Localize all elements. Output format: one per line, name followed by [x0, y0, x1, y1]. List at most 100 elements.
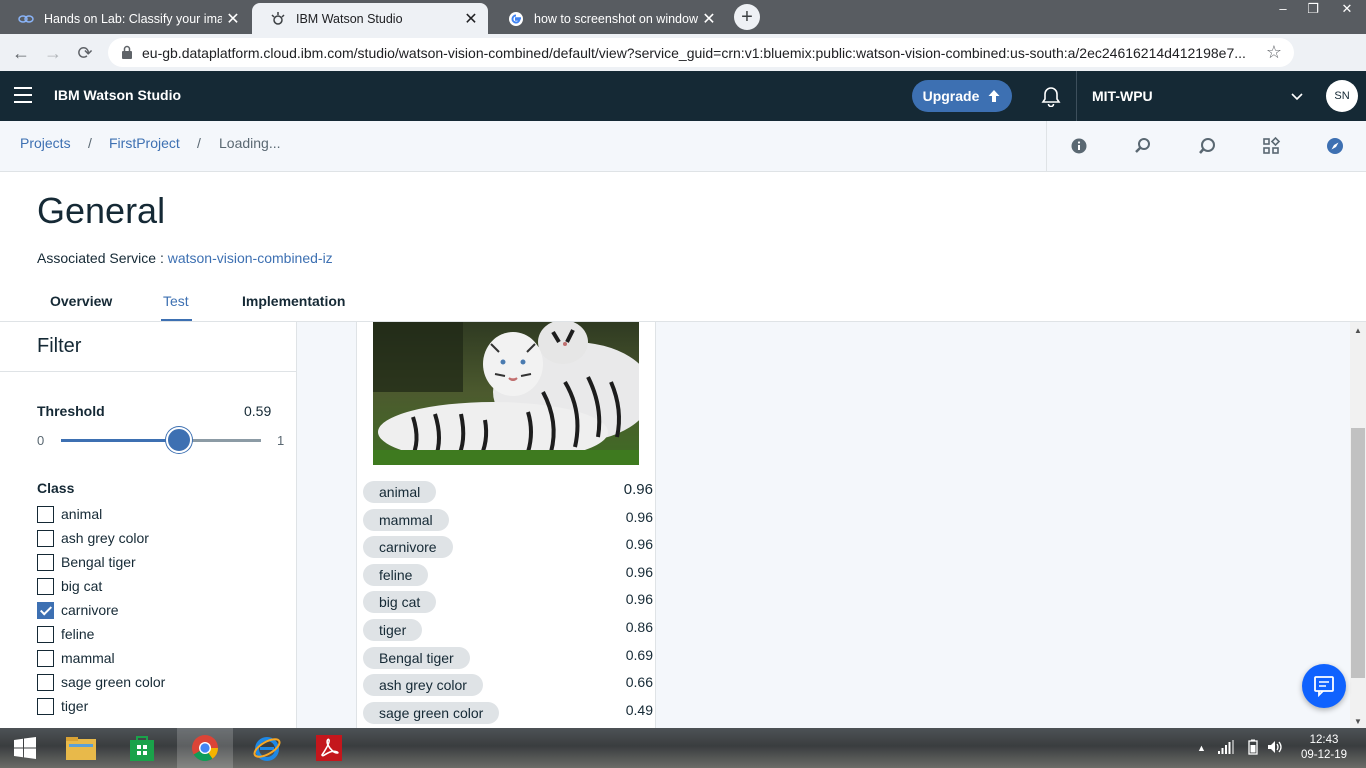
reload-icon[interactable]: ⟳ — [74, 42, 96, 64]
browser-tab-strip: Hands on Lab: Classify your imag ✕ IBM W… — [0, 0, 1366, 34]
vertical-scrollbar[interactable]: ▲ ▼ — [1350, 322, 1366, 728]
forward-icon[interactable]: → — [42, 42, 64, 64]
class-filter-item[interactable]: carnivore — [37, 598, 165, 622]
browser-tab[interactable]: how to screenshot on windows 8 ✕ — [490, 3, 726, 34]
system-clock[interactable]: 12:43 09-12-19 — [1296, 733, 1352, 763]
watson-studio-favicon-icon — [270, 11, 286, 27]
scroll-down-icon[interactable]: ▼ — [1354, 717, 1362, 726]
class-checkbox-label: carnivore — [61, 602, 119, 618]
threshold-slider[interactable] — [61, 427, 261, 453]
class-checkbox[interactable] — [37, 601, 54, 619]
volume-icon[interactable] — [1267, 740, 1283, 754]
class-score: 0.66 — [625, 674, 653, 691]
chrome-taskbar[interactable] — [177, 728, 233, 768]
windows-start-button[interactable] — [0, 728, 50, 768]
info-icon[interactable] — [1069, 136, 1089, 156]
result-card: animal 0.96 mammal 0.96 carnivore 0.96 feline 0… — [356, 322, 656, 728]
class-tag: sage green color — [363, 701, 500, 724]
close-tab-icon[interactable]: ✕ — [698, 9, 720, 29]
class-checkbox[interactable] — [37, 673, 54, 691]
network-signal-icon[interactable] — [1218, 740, 1234, 754]
upgrade-button[interactable]: Upgrade — [912, 80, 1012, 112]
associated-service: Associated Service : watson-vision-combi… — [37, 250, 333, 266]
app-brand[interactable]: IBM Watson Studio — [54, 87, 181, 103]
bookmark-star-icon[interactable]: ☆ — [1266, 42, 1282, 63]
notification-bell-icon[interactable] — [1040, 85, 1062, 107]
close-window-icon[interactable]: ✕ — [1328, 0, 1366, 18]
acrobat-taskbar[interactable] — [301, 728, 357, 768]
class-checkbox[interactable] — [37, 553, 54, 571]
clock-date: 09-12-19 — [1300, 749, 1348, 761]
scrollbar-thumb[interactable] — [1351, 428, 1365, 678]
class-score: 0.69 — [625, 646, 653, 663]
result-row: tiger 0.86 — [363, 617, 653, 645]
threshold-slider-handle[interactable] — [166, 427, 192, 453]
result-row: feline 0.96 — [363, 562, 653, 590]
tab-title: IBM Watson Studio — [296, 11, 403, 26]
scroll-up-icon[interactable]: ▲ — [1354, 326, 1362, 335]
class-filter-item[interactable]: feline — [37, 622, 165, 646]
store-icon — [130, 736, 154, 761]
associated-service-link[interactable]: watson-vision-combined-iz — [168, 250, 333, 266]
breadcrumb-current: Loading... — [219, 135, 281, 151]
comments-icon[interactable] — [1197, 136, 1217, 156]
chat-support-button[interactable] — [1302, 664, 1346, 708]
class-checkbox[interactable] — [37, 577, 54, 595]
tab-overview[interactable]: Overview — [50, 293, 112, 309]
hamburger-menu-icon[interactable] — [14, 87, 32, 103]
find-data-icon[interactable] — [1133, 136, 1153, 156]
back-icon[interactable]: ← — [10, 42, 32, 64]
class-checkbox-label: mammal — [61, 650, 115, 666]
restore-window-icon[interactable]: ❐ — [1298, 0, 1328, 18]
class-filter-item[interactable]: mammal — [37, 646, 165, 670]
classification-results: animal 0.96 mammal 0.96 carnivore 0.96 feline 0… — [363, 479, 653, 727]
result-row: big cat 0.96 — [363, 589, 653, 617]
close-tab-icon[interactable]: ✕ — [460, 9, 482, 29]
class-checkbox[interactable] — [37, 649, 54, 667]
class-filter-item[interactable]: Bengal tiger — [37, 550, 165, 574]
class-checkbox[interactable] — [37, 529, 54, 547]
user-avatar[interactable]: SN — [1326, 80, 1358, 112]
class-score: 0.96 — [625, 563, 653, 580]
breadcrumb-projects[interactable]: Projects — [20, 135, 71, 151]
account-switcher[interactable]: MIT-WPU — [1092, 88, 1153, 104]
clock-time: 12:43 — [1309, 734, 1339, 746]
breadcrumb-project[interactable]: FirstProject — [109, 135, 180, 151]
minimize-window-icon[interactable]: – — [1268, 0, 1298, 18]
class-checkbox[interactable] — [37, 505, 54, 523]
class-checkbox-label: feline — [61, 626, 95, 642]
class-filter-item[interactable]: sage green color — [37, 670, 165, 694]
class-filter-item[interactable]: big cat — [37, 574, 165, 598]
battery-icon[interactable] — [1248, 739, 1258, 755]
test-results-area: animal 0.96 mammal 0.96 carnivore 0.96 feline 0… — [297, 322, 1350, 728]
browser-tab-active[interactable]: IBM Watson Studio ✕ — [252, 3, 488, 34]
class-checkbox[interactable] — [37, 625, 54, 643]
class-filter-item[interactable]: tiger — [37, 694, 165, 718]
close-tab-icon[interactable]: ✕ — [222, 9, 244, 29]
class-checkbox[interactable] — [37, 697, 54, 715]
file-explorer-taskbar[interactable] — [53, 728, 109, 768]
store-taskbar[interactable] — [114, 728, 170, 768]
class-filter-item[interactable]: ash grey color — [37, 526, 165, 550]
chrome-icon — [192, 735, 218, 762]
browser-address-bar: ← → ⟳ eu-gb.dataplatform.cloud.ibm.com/s… — [0, 34, 1366, 96]
internet-explorer-icon — [253, 737, 281, 761]
class-filter-item[interactable]: animal — [37, 502, 165, 526]
upgrade-label: Upgrade — [922, 88, 980, 104]
filter-panel: Filter Threshold 0.59 0 1 Class animal as… — [0, 322, 297, 728]
tab-test[interactable]: Test — [163, 293, 189, 309]
class-score: 0.49 — [625, 701, 653, 718]
internet-explorer-taskbar[interactable] — [239, 728, 295, 768]
breadcrumb-separator: / — [197, 135, 201, 151]
threshold-max-label: 1 — [277, 433, 285, 448]
browser-tab[interactable]: Hands on Lab: Classify your imag ✕ — [0, 3, 250, 34]
new-tab-button[interactable]: + — [734, 4, 760, 30]
show-hidden-icons-icon[interactable]: ▲ — [1197, 743, 1206, 753]
tab-implementation[interactable]: Implementation — [242, 293, 345, 309]
chevron-down-icon[interactable] — [1290, 89, 1304, 103]
apps-grid-icon[interactable] — [1261, 136, 1281, 156]
url-input[interactable]: eu-gb.dataplatform.cloud.ibm.com/studio/… — [108, 38, 1294, 67]
test-image-white-tigers[interactable] — [373, 322, 639, 465]
compass-icon[interactable] — [1325, 136, 1345, 156]
url-text: eu-gb.dataplatform.cloud.ibm.com/studio/… — [142, 45, 1246, 61]
